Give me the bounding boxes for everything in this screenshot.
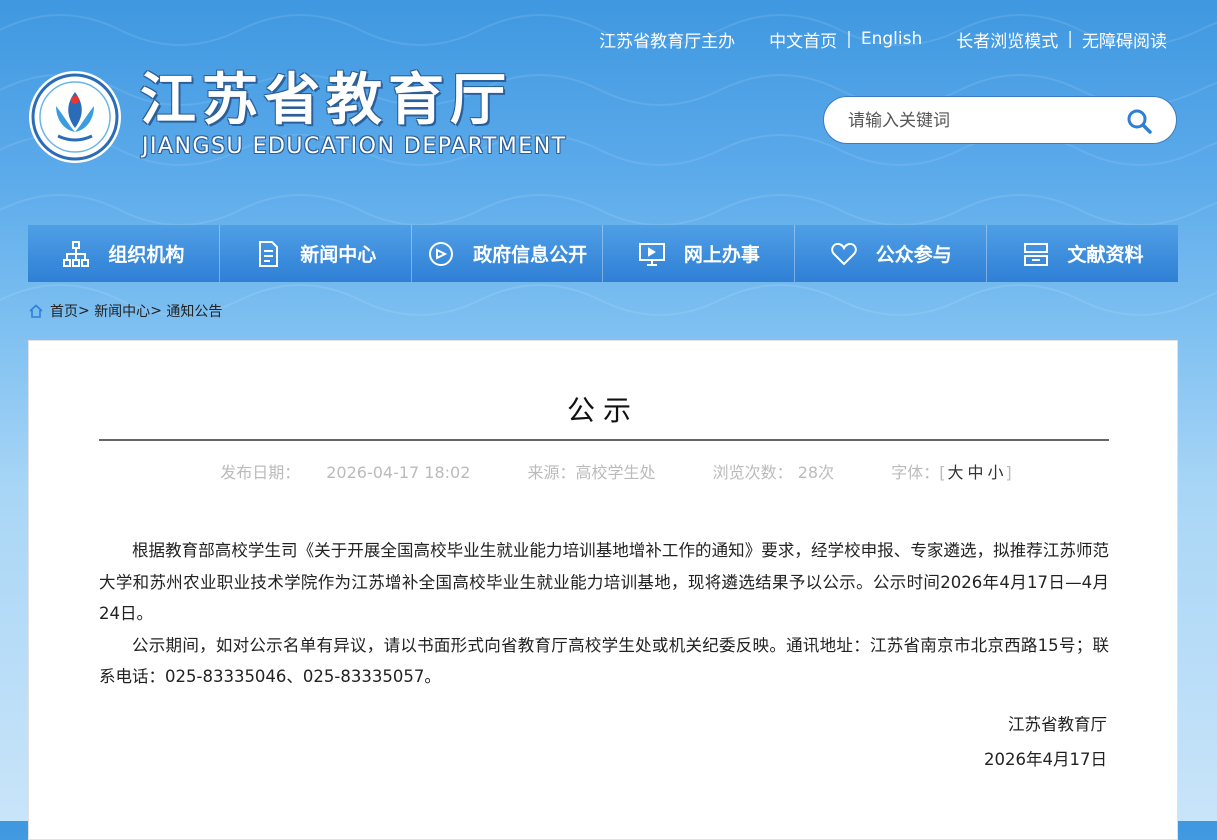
view-count: 浏览次数： 28次: [712, 463, 835, 482]
nav-label: 网上办事: [683, 244, 760, 266]
title-divider: [99, 439, 1109, 441]
nav-label: 组织机构: [108, 244, 185, 266]
nav-item-gov-info[interactable]: 政府信息公开: [412, 225, 604, 282]
document-icon: [259, 240, 279, 267]
nav-item-online-services[interactable]: 网上办事: [603, 225, 796, 282]
link-accessibility[interactable]: 无障碍阅读: [1082, 27, 1167, 52]
publish-date: 发布日期： 2026-04-17 18:02: [220, 463, 471, 482]
breadcrumb-news[interactable]: 新闻中心: [94, 301, 150, 321]
search-icon[interactable]: [1126, 108, 1152, 134]
article-body: 根据教育部高校学生司《关于开展全国高校毕业生就业能力培训基地增补工作的通知》要求…: [99, 535, 1109, 693]
breadcrumb: 首页 > 新闻中心 > 通知公告: [28, 301, 222, 321]
org-chart-icon: [63, 240, 90, 267]
signature-date: 2026年4月17日: [984, 750, 1107, 769]
nav-label: 公众参与: [875, 244, 952, 266]
megaphone-icon: [429, 241, 454, 266]
link-chinese-home[interactable]: 中文首页: [769, 27, 837, 52]
article-paragraph: 公示期间，如对公示名单有异议，请以书面形式向省教育厅高校学生处或机关纪委反映。通…: [99, 635, 1109, 687]
article-panel: 公示 发布日期： 2026-04-17 18:02 来源：高校学生处 浏览次数： …: [28, 340, 1178, 840]
search-input[interactable]: [846, 107, 1120, 135]
search-box: [823, 96, 1177, 144]
nav-label: 文献资料: [1067, 244, 1144, 266]
heart-icon: [830, 242, 857, 265]
article-paragraph: 根据教育部高校学生司《关于开展全国高校毕业生就业能力培训基地增补工作的通知》要求…: [99, 541, 1109, 623]
archive-icon: [1023, 242, 1048, 266]
site-title-chinese: 江苏省教育厅: [140, 68, 512, 133]
nav-item-organization[interactable]: 组织机构: [28, 225, 220, 282]
main-nav: 组织机构 新闻中心 政府信息公开 网上办事 公众参与 文献资料: [28, 225, 1178, 282]
nav-item-news[interactable]: 新闻中心: [220, 225, 412, 282]
article-title: 公示: [566, 394, 639, 427]
breadcrumb-notices[interactable]: 通知公告: [166, 301, 222, 321]
nav-label: 新闻中心: [300, 244, 377, 266]
font-size-switch: 字体：[大中小]: [891, 463, 1012, 482]
article-source: 来源：高校学生处: [527, 463, 656, 482]
education-department-logo[interactable]: [28, 70, 122, 164]
link-elder-mode[interactable]: 长者浏览模式: [956, 27, 1058, 52]
home-icon: [29, 304, 43, 318]
font-medium-button[interactable]: 中: [968, 463, 984, 482]
nav-item-documents[interactable]: 文献资料: [987, 225, 1178, 282]
monitor-icon: [638, 242, 665, 266]
host-label: 江苏省教育厅主办: [599, 31, 736, 52]
nav-item-public-participation[interactable]: 公众参与: [795, 225, 988, 282]
font-large-button[interactable]: 大: [947, 463, 963, 482]
font-small-button[interactable]: 小: [988, 463, 1004, 482]
nav-label: 政府信息公开: [473, 244, 588, 266]
article-meta: 发布日期： 2026-04-17 18:02 来源：高校学生处 浏览次数： 28次…: [29, 459, 1177, 483]
link-english[interactable]: English: [861, 29, 922, 49]
signature-org: 江苏省教育厅: [1008, 715, 1107, 734]
breadcrumb-home[interactable]: 首页: [50, 301, 78, 321]
top-links: 江苏省教育厅主办 中文首页 | English 长者浏览模式 | 无障碍阅读: [599, 27, 1167, 52]
article-signature: 江苏省教育厅 2026年4月17日: [984, 707, 1107, 777]
site-title-english: JIANGSU EDUCATION DEPARTMENT: [142, 134, 567, 159]
